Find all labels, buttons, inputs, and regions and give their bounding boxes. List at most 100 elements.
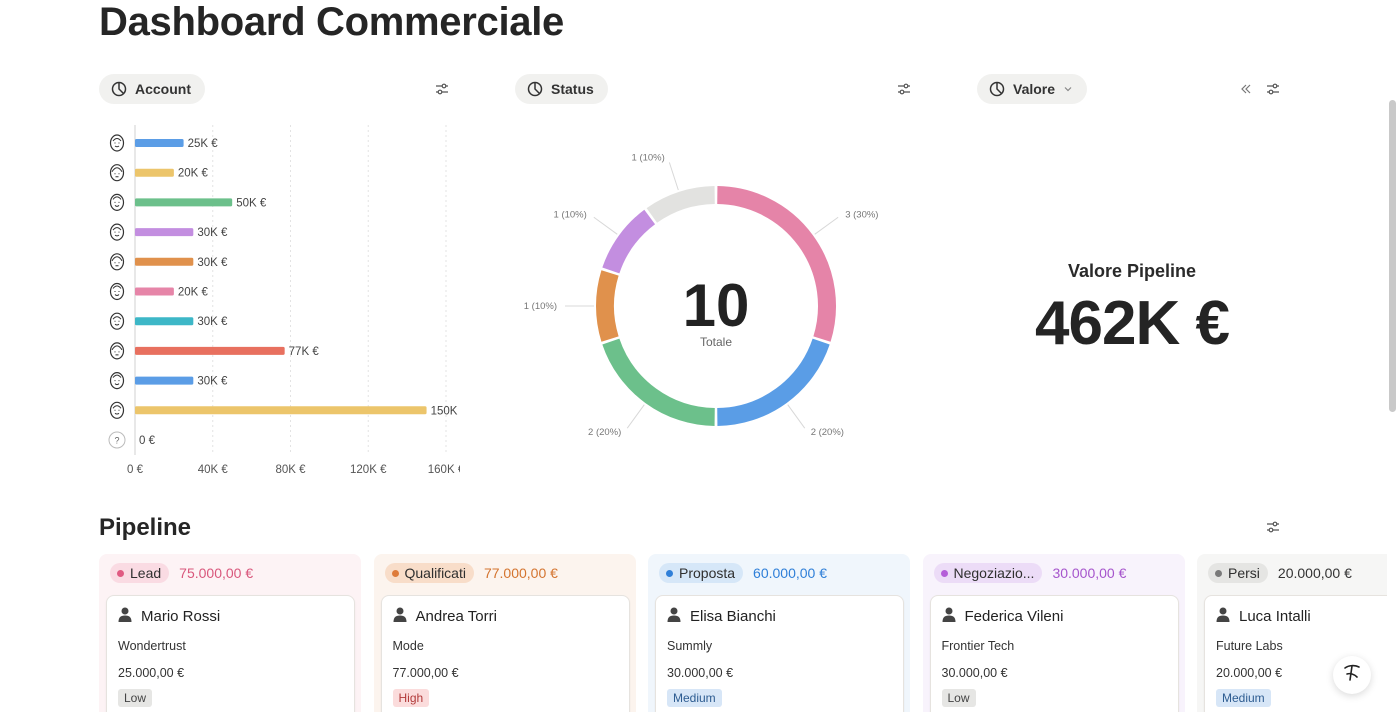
account-bar[interactable] bbox=[135, 346, 285, 355]
deal-amount: 20.000,00 € bbox=[1216, 666, 1283, 680]
column-total: 20.000,00 € bbox=[1277, 565, 1352, 581]
deal-card[interactable]: Luca Intalli Future Labs 20.000,00 € Medium bbox=[1204, 595, 1387, 712]
callout-line bbox=[814, 216, 839, 235]
account-avatar-icon bbox=[109, 164, 125, 182]
column-header: Lead 75.000,00 € bbox=[110, 563, 253, 583]
pie-chart-icon bbox=[989, 81, 1005, 97]
card-title: Mario Rossi bbox=[118, 607, 220, 626]
pipeline-board: Lead 75.000,00 € Mario Rossi Wondertrust 25.… bbox=[99, 554, 1387, 712]
status-dot-icon bbox=[117, 569, 124, 577]
page-title: Dashboard Commerciale bbox=[99, 0, 564, 44]
assistant-button[interactable] bbox=[1333, 656, 1371, 694]
deal-card[interactable]: Andrea Torri Mode 77.000,00 € High bbox=[380, 595, 630, 712]
account-avatar-icon bbox=[109, 193, 125, 212]
kpi-value: 462K € bbox=[1035, 289, 1230, 358]
donut-slice[interactable] bbox=[602, 338, 715, 426]
slice-callout-label: 1 (10%) bbox=[632, 153, 665, 164]
pie-chart-icon bbox=[111, 81, 127, 97]
page-scrollbar[interactable] bbox=[1389, 100, 1396, 412]
account-avatar-icon bbox=[109, 223, 125, 241]
company-name: Frontier Tech bbox=[941, 639, 1015, 653]
pie-chart-icon bbox=[527, 81, 543, 97]
unknown-account-mark: ? bbox=[114, 436, 119, 446]
company-name: Mode bbox=[392, 639, 424, 653]
deal-amount: 77.000,00 € bbox=[392, 666, 459, 680]
deal-card[interactable]: Federica Vileni Frontier Tech 30.000,00 € L… bbox=[929, 595, 1179, 712]
account-bar[interactable] bbox=[135, 317, 194, 326]
pipeline-column: Negoziazio... 30.000,00 € Federica Vileni F… bbox=[922, 554, 1185, 712]
person-icon bbox=[667, 607, 681, 626]
donut-slice[interactable] bbox=[596, 270, 619, 342]
slice-callout-label: 3 (30%) bbox=[845, 209, 878, 220]
x-tick-label: 80K € bbox=[275, 464, 306, 476]
account-avatar-icon bbox=[109, 134, 125, 152]
contact-name: Elisa Bianchi bbox=[690, 608, 776, 625]
status-tag[interactable]: Qualificati bbox=[384, 563, 474, 583]
status-tag[interactable]: Proposta bbox=[659, 563, 744, 583]
pipeline-settings-icon[interactable] bbox=[1263, 517, 1283, 537]
status-dot-icon bbox=[940, 569, 948, 577]
status-tag[interactable]: Persi bbox=[1208, 563, 1268, 583]
donut-center-value: 10 bbox=[683, 272, 750, 339]
status-widget-label: Status bbox=[551, 81, 594, 97]
bar-value-label: 20K € bbox=[178, 168, 209, 180]
column-header: Negoziazio... 30.000,00 € bbox=[933, 563, 1126, 583]
account-bar[interactable] bbox=[135, 376, 194, 385]
card-title: Andrea Torri bbox=[393, 607, 497, 626]
company-name: Summly bbox=[667, 639, 713, 653]
status-widget-tab[interactable]: Status bbox=[515, 74, 608, 104]
person-icon bbox=[942, 607, 956, 626]
account-avatar-icon bbox=[109, 253, 125, 271]
deal-card[interactable]: Elisa Bianchi Summly 30.000,00 € Medium bbox=[655, 595, 904, 712]
status-label: Persi bbox=[1228, 565, 1260, 581]
callout-line bbox=[668, 162, 679, 191]
person-icon bbox=[393, 607, 407, 626]
kpi-label: Valore Pipeline bbox=[1067, 261, 1197, 281]
donut-slice[interactable] bbox=[602, 209, 656, 274]
donut-slice[interactable] bbox=[717, 338, 830, 426]
account-bar[interactable] bbox=[135, 228, 194, 237]
priority-badge: Medium bbox=[1216, 689, 1271, 707]
card-title: Elisa Bianchi bbox=[667, 607, 776, 626]
deal-amount: 25.000,00 € bbox=[118, 666, 185, 680]
priority-badge: High bbox=[392, 689, 430, 707]
card-title: Luca Intalli bbox=[1216, 607, 1311, 626]
valore-widget-label: Valore bbox=[1013, 81, 1056, 97]
account-bar[interactable] bbox=[135, 139, 184, 147]
priority-badge: Low bbox=[118, 689, 153, 707]
status-tag[interactable]: Negoziazio... bbox=[933, 563, 1043, 583]
donut-slice[interactable] bbox=[646, 186, 716, 223]
column-total: 60.000,00 € bbox=[753, 565, 828, 581]
column-header: Persi 20.000,00 € bbox=[1208, 563, 1352, 583]
column-total: 77.000,00 € bbox=[483, 565, 558, 581]
pipeline-column: Lead 75.000,00 € Mario Rossi Wondertrust 25.… bbox=[99, 554, 361, 712]
slice-callout-label: 2 (20%) bbox=[588, 427, 621, 438]
account-settings-icon[interactable] bbox=[432, 79, 452, 99]
account-bar[interactable] bbox=[135, 257, 194, 266]
status-dot-icon bbox=[666, 569, 673, 577]
account-bar[interactable] bbox=[135, 198, 233, 207]
account-bar[interactable] bbox=[135, 406, 427, 415]
pipeline-title: Pipeline bbox=[99, 514, 192, 541]
collapse-left-icon[interactable] bbox=[1236, 79, 1256, 99]
deal-amount: 30.000,00 € bbox=[941, 666, 1008, 680]
company-name: Wondertrust bbox=[118, 639, 186, 653]
account-bar[interactable] bbox=[135, 287, 174, 296]
deal-card[interactable]: Mario Rossi Wondertrust 25.000,00 € Low bbox=[106, 595, 355, 712]
bar-value-label: 77K € bbox=[289, 346, 320, 358]
status-tag[interactable]: Lead bbox=[110, 563, 170, 583]
account-avatar-icon bbox=[109, 401, 125, 419]
slice-callout-label: 1 (10%) bbox=[554, 209, 587, 220]
account-bar[interactable] bbox=[135, 168, 174, 177]
account-widget-tab[interactable]: Account bbox=[99, 74, 205, 104]
status-donut-chart: 3 (30%) 2 (20%) 2 (20%) 1 (10%) 1 (10%) 1 (10… bbox=[524, 153, 879, 439]
valore-settings-icon[interactable] bbox=[1263, 79, 1283, 99]
bar-value-label: 50K € bbox=[236, 197, 267, 209]
assistant-icon bbox=[1341, 662, 1363, 689]
valore-widget-tab[interactable]: Valore bbox=[977, 74, 1088, 104]
x-tick-label: 120K € bbox=[350, 464, 387, 476]
column-header: Qualificati 77.000,00 € bbox=[384, 563, 558, 583]
callout-line bbox=[787, 404, 806, 429]
status-settings-icon[interactable] bbox=[894, 79, 914, 99]
account-avatar-icon bbox=[109, 342, 125, 360]
